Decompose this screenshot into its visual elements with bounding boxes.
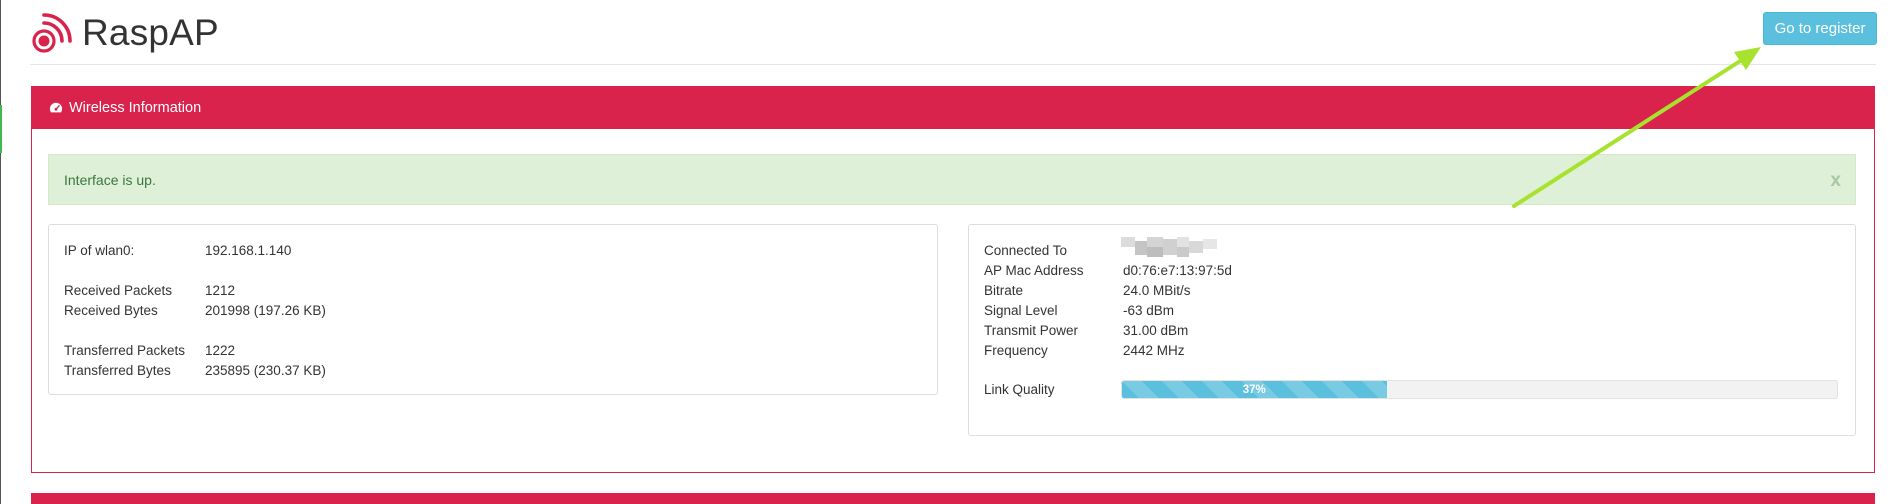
dashboard-icon — [49, 102, 63, 113]
next-panel-heading — [31, 493, 1875, 504]
transmit-power-label: Transmit Power — [984, 323, 1079, 338]
interface-status-alert: Interface is up. x — [48, 154, 1856, 205]
ap-mac-label: AP Mac Address — [984, 263, 1084, 278]
transmit-power-value: 31.00 dBm — [1123, 323, 1189, 338]
bitrate-label: Bitrate — [984, 283, 1024, 298]
connected-to-label: Connected To — [984, 243, 1068, 258]
ip-value: 192.168.1.140 — [205, 243, 292, 258]
go-to-register-button[interactable]: Go to register — [1763, 12, 1877, 45]
panel-title: Wireless Information — [69, 100, 202, 116]
raspap-logo-icon — [32, 13, 72, 53]
redacted-ssid — [1121, 237, 1221, 261]
rx-bytes-value: 201998 (197.26 KB) — [205, 303, 326, 318]
wireless-information-panel: Wireless Information Interface is up. x … — [31, 86, 1875, 473]
ap-mac-value: d0:76:e7:13:97:5d — [1123, 263, 1232, 278]
app-title: RaspAP — [82, 12, 219, 53]
rx-packets-value: 1212 — [205, 283, 236, 298]
frequency-value: 2442 MHz — [1123, 343, 1185, 358]
rx-packets-label: Received Packets — [64, 283, 173, 298]
interface-stats-box: IP of wlan0: 192.168.1.140 Received Pack… — [48, 224, 938, 395]
rx-bytes-label: Received Bytes — [64, 303, 158, 318]
brand-logo[interactable]: RaspAP — [30, 10, 219, 56]
signal-level-label: Signal Level — [984, 303, 1058, 318]
tx-bytes-label: Transferred Bytes — [64, 363, 171, 378]
window-edge-accent — [0, 105, 2, 153]
tx-packets-value: 1222 — [205, 343, 236, 358]
link-quality-progress: 37% — [1121, 380, 1838, 399]
alert-message: Interface is up. — [64, 171, 156, 188]
link-quality-bar: 37% — [1122, 381, 1387, 398]
window-left-edge — [0, 0, 1, 504]
alert-close-button[interactable]: x — [1830, 170, 1841, 192]
header-divider — [30, 64, 1876, 65]
frequency-label: Frequency — [984, 343, 1048, 358]
bitrate-value: 24.0 MBit/s — [1123, 283, 1191, 298]
link-quality-label: Link Quality — [984, 382, 1055, 397]
connection-info-box: Connected To AP Mac Address d0:76:e7:13:… — [968, 224, 1856, 436]
tx-bytes-value: 235895 (230.37 KB) — [205, 363, 326, 378]
signal-level-value: -63 dBm — [1123, 303, 1175, 318]
tx-packets-label: Transferred Packets — [64, 343, 186, 358]
ip-label: IP of wlan0: — [64, 243, 135, 258]
panel-heading: Wireless Information — [32, 87, 1874, 129]
